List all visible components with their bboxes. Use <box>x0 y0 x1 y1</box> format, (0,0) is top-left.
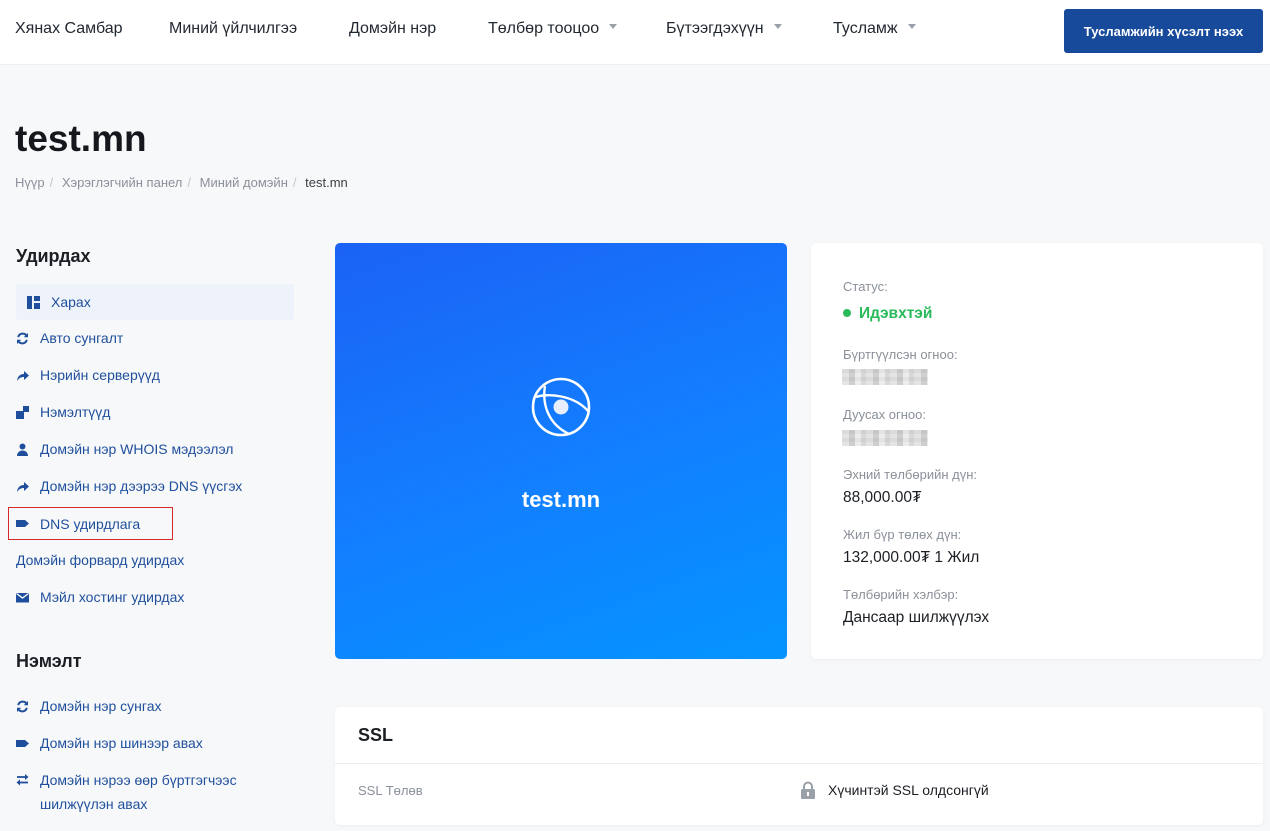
domain-info-card: Статус: Идэвхтэй Бүртгүүлсэн огноо: Дуус… <box>811 243 1263 659</box>
sidebar-item-dns-management[interactable]: DNS удирдлага <box>8 507 173 540</box>
recurring-amount-value: 132,000.00₮ 1 Жил <box>843 549 980 566</box>
sidebar-item-label: Домэйн нэрээ өөр бүртгэгчээс шилжүүлэн а… <box>40 772 237 812</box>
nav-support[interactable]: Тусламж <box>833 20 916 38</box>
status-badge: Идэвхтэй <box>843 305 932 323</box>
refresh-icon <box>16 332 29 345</box>
refresh-icon <box>16 700 29 713</box>
sidebar-item-label: DNS удирдлага <box>40 515 141 532</box>
chevron-down-icon <box>907 24 916 30</box>
sidebar-item-label: Мэйл хостинг удирдах <box>40 589 185 605</box>
breadcrumb-home[interactable]: Нүүр <box>15 175 45 190</box>
sidebar-item-addons[interactable]: Нэмэлтүүд <box>16 395 110 429</box>
ssl-status-text: Хүчинтэй SSL олдсонгүй <box>828 782 989 798</box>
chevron-down-icon <box>773 24 782 30</box>
first-payment-label: Эхний төлбөрийн дүн: <box>843 467 978 482</box>
share-arrow-icon <box>16 369 29 382</box>
breadcrumb-separator: / <box>49 175 54 190</box>
registration-date-label: Бүртгүүлсэн огноо: <box>843 347 958 362</box>
nav-label: Хянах Самбар <box>15 20 123 37</box>
ssl-panel: SSL SSL Төлөв Хүчинтэй SSL олдсонгүй <box>335 707 1263 825</box>
sidebar-heading-extra: Нэмэлт <box>16 651 82 671</box>
sidebar-item-label: Домэйн нэр WHOIS мэдээлэл <box>40 441 234 457</box>
divider <box>335 763 1263 764</box>
blocks-icon <box>16 405 29 419</box>
nav-my-services[interactable]: Миний үйлчилгээ <box>169 20 297 38</box>
dashboard-icon <box>27 295 40 309</box>
sidebar-item-label: Домэйн форвард удирдах <box>16 552 185 568</box>
sidebar-item-label: Домэйн нэр дээрээ DNS үүсгэх <box>40 478 243 494</box>
first-payment-value: 88,000.00₮ <box>843 489 922 506</box>
domain-name-label: test.mn <box>521 487 601 512</box>
breadcrumb: Нүүр / Хэрэглэгчийн панел / Миний домэйн / … <box>15 175 348 190</box>
sidebar-item-label: Нэрийн серверүүд <box>40 367 160 383</box>
registration-date-redacted <box>842 369 928 385</box>
top-navbar: Хянах Самбар Миний үйлчилгээ Домэйн нэр … <box>0 0 1270 65</box>
tag-icon <box>16 737 29 750</box>
sidebar-item-label: Домэйн нэр сунгах <box>40 698 162 714</box>
nav-label: Тусламж <box>833 20 898 37</box>
sidebar-item-label: Нэмэлтүүд <box>40 404 111 420</box>
status-dot-icon <box>843 308 851 317</box>
domain-overview-card: test.mn <box>335 243 787 659</box>
nav-products[interactable]: Бүтээгдэхүүн <box>666 20 782 38</box>
globe-icon <box>531 377 591 437</box>
envelope-icon <box>16 591 29 604</box>
sidebar-item-renew-domain[interactable]: Домэйн нэр сунгах <box>16 689 162 723</box>
status-text: Идэвхтэй <box>859 305 933 322</box>
sidebar-item-create-dns[interactable]: Домэйн нэр дээрээ DNS үүсгэх <box>16 469 242 503</box>
page-title: test.mn <box>15 118 147 159</box>
breadcrumb-current: test.mn <box>305 175 348 190</box>
sidebar-item-label: Домэйн нэр шинээр авах <box>40 735 203 751</box>
user-icon <box>16 443 29 456</box>
sidebar-item-auto-renew[interactable]: Авто сунгалт <box>16 321 123 355</box>
payment-method-value: Дансаар шилжүүлэх <box>843 609 990 626</box>
sidebar-item-register-domain[interactable]: Домэйн нэр шинээр авах <box>16 726 203 760</box>
tag-icon <box>16 517 29 530</box>
nav-label: Миний үйлчилгээ <box>169 20 298 37</box>
nav-billing[interactable]: Төлбөр тооцоо <box>488 20 618 38</box>
nav-domains[interactable]: Домэйн нэр <box>349 20 436 38</box>
ssl-status-label: SSL Төлөв <box>358 783 423 798</box>
sidebar-item-label: Авто сунгалт <box>40 330 124 346</box>
open-ticket-button[interactable]: Тусламжийн хүсэлт нээх <box>1064 9 1263 53</box>
chevron-down-icon <box>609 24 618 30</box>
status-label: Статус: <box>843 279 888 294</box>
breadcrumb-my-domains[interactable]: Миний домэйн <box>200 175 288 190</box>
sidebar-item-whois[interactable]: Домэйн нэр WHOIS мэдээлэл <box>16 432 233 466</box>
sidebar-item-domain-forward[interactable]: Домэйн форвард удирдах <box>16 543 184 577</box>
nav-label: Бүтээгдэхүүн <box>666 20 764 37</box>
expiry-date-redacted <box>842 430 928 446</box>
nav-dashboard[interactable]: Хянах Самбар <box>15 20 123 38</box>
sidebar-item-mail-hosting[interactable]: Мэйл хостинг удирдах <box>16 580 184 614</box>
breadcrumb-client-area[interactable]: Хэрэглэгчийн панел <box>62 175 183 190</box>
breadcrumb-separator: / <box>187 175 192 190</box>
nav-label: Төлбөр тооцоо <box>488 20 600 37</box>
expiry-date-label: Дуусах огноо: <box>843 407 927 422</box>
sidebar-item-transfer-domain[interactable]: Домэйн нэрээ өөр бүртгэгчээс шилжүүлэн а… <box>16 768 286 816</box>
lock-icon <box>801 781 815 799</box>
share-arrow-icon <box>16 480 29 493</box>
sidebar-item-label: Харах <box>51 294 91 310</box>
breadcrumb-separator: / <box>292 175 297 190</box>
ssl-panel-title: SSL <box>358 725 394 745</box>
ssl-status: Хүчинтэй SSL олдсонгүй <box>800 781 989 799</box>
recurring-amount-label: Жил бүр төлөх дүн: <box>843 527 962 542</box>
nav-label: Домэйн нэр <box>349 20 437 37</box>
sidebar-item-nameservers[interactable]: Нэрийн серверүүд <box>16 358 160 392</box>
sidebar-item-overview[interactable]: Харах <box>16 284 294 320</box>
sidebar-heading-manage: Удирдах <box>16 246 91 266</box>
transfer-icon <box>16 773 29 786</box>
payment-method-label: Төлбөрийн хэлбэр: <box>843 587 959 602</box>
